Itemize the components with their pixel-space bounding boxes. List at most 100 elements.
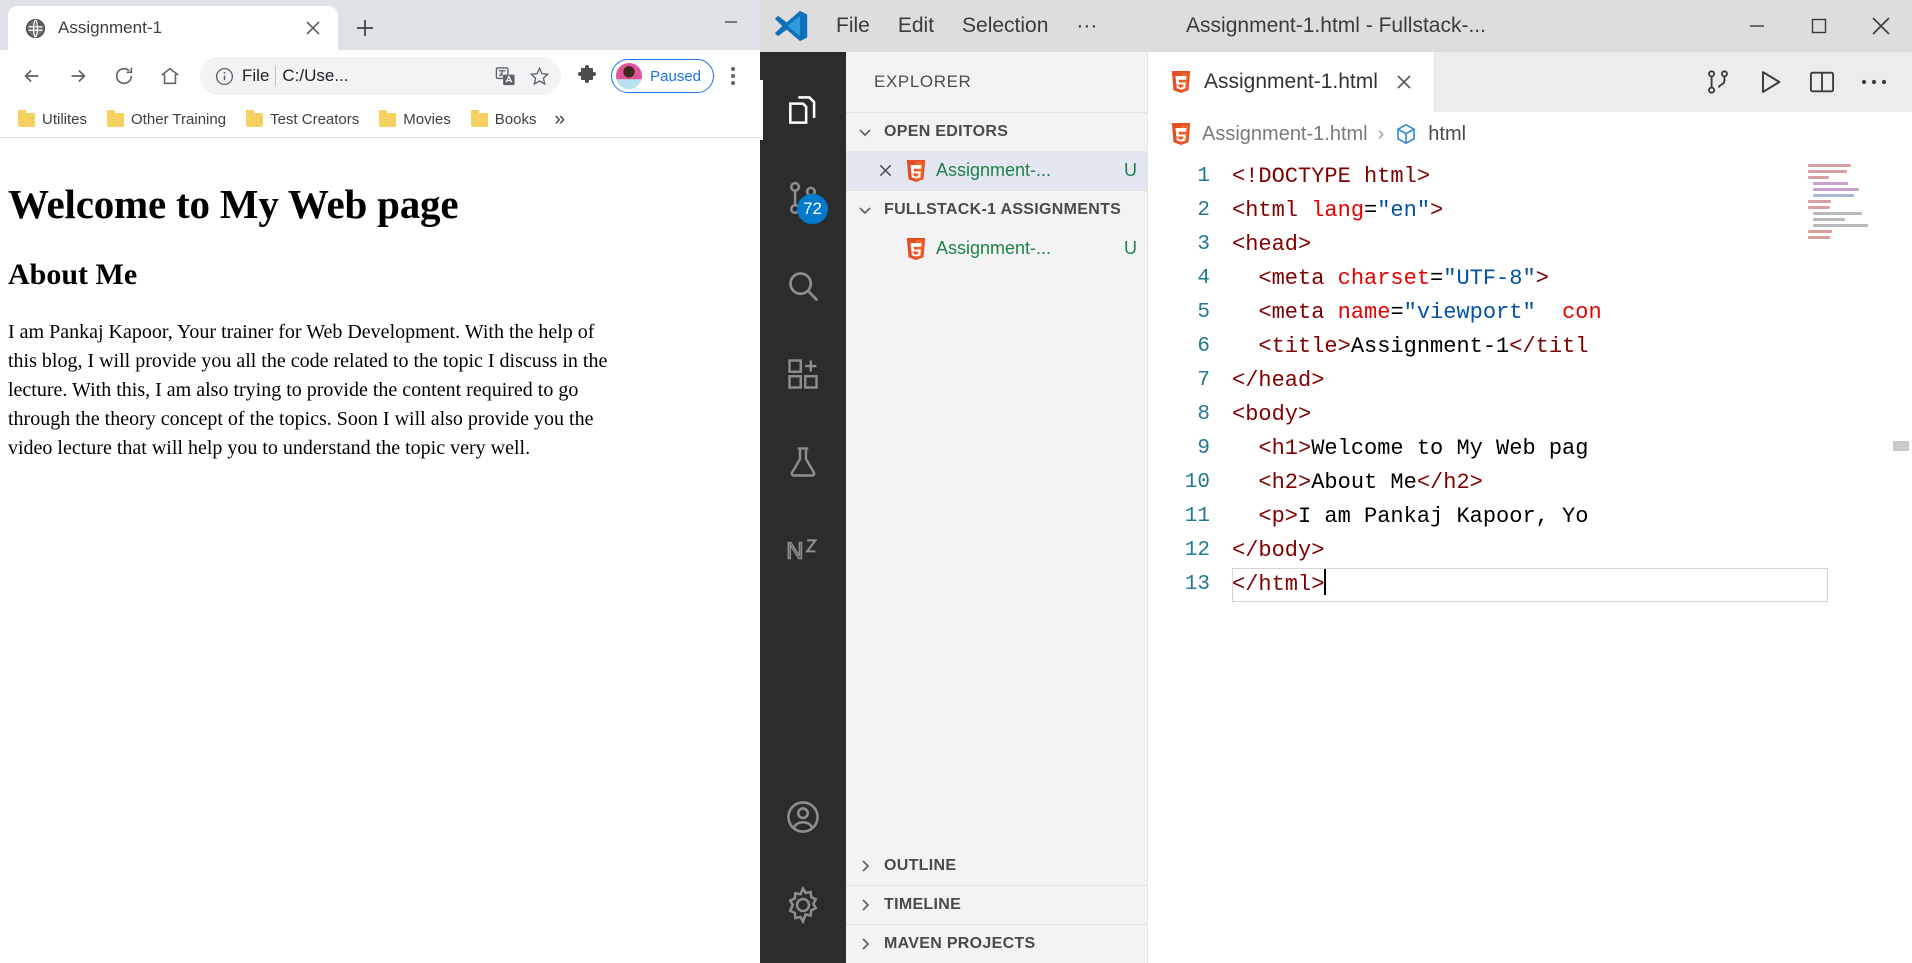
browser-tab[interactable]: Assignment-1: [8, 6, 338, 50]
menu-selection[interactable]: Selection: [948, 10, 1062, 42]
file-status-badge: U: [1124, 160, 1137, 180]
editor-group: Assignment-1.html Assignment-1.html › ht…: [1148, 52, 1912, 963]
menu-file[interactable]: File: [822, 10, 884, 42]
symbol-cube-icon: [1394, 122, 1418, 146]
line-number: 12: [1184, 539, 1210, 562]
activity-explorer[interactable]: [760, 66, 846, 154]
activity-accounts[interactable]: [760, 773, 846, 861]
code-line: 4 <meta charset="UTF-8">: [1148, 262, 1912, 296]
split-editor-icon[interactable]: [1798, 58, 1846, 106]
line-number: 4: [1197, 267, 1210, 290]
svg-text:N: N: [786, 537, 803, 563]
breadcrumb-file[interactable]: Assignment-1.html: [1202, 123, 1368, 146]
editor-scrollbar[interactable]: [1884, 156, 1912, 963]
code-line-text: <meta charset="UTF-8">: [1258, 266, 1549, 291]
new-tab-button[interactable]: [344, 7, 386, 49]
code-line-text: <meta name="viewport" con: [1258, 300, 1602, 325]
folder-icon: [246, 109, 264, 127]
html5-icon: [1170, 70, 1192, 94]
file-tree-item[interactable]: Assignment-... U: [846, 229, 1147, 268]
menu-edit[interactable]: Edit: [884, 10, 948, 42]
code-line: 13 </html>: [1148, 568, 1912, 602]
code-line: 1 <!DOCTYPE html>: [1148, 160, 1912, 194]
profile-status-label: Paused: [650, 67, 701, 85]
breadcrumb-symbol[interactable]: html: [1428, 123, 1466, 146]
chevron-down-icon: [854, 199, 876, 221]
puzzle-icon[interactable]: [569, 58, 605, 94]
pane-timeline[interactable]: TIMELINE: [846, 885, 1147, 924]
pane-open-editors[interactable]: OPEN EDITORS: [846, 112, 1147, 151]
back-button[interactable]: [10, 54, 54, 98]
menu-more-icon[interactable]: ···: [1062, 10, 1111, 42]
avatar: [615, 62, 644, 90]
minimap-content: [1802, 156, 1884, 239]
code-line: 8 <body>: [1148, 398, 1912, 432]
url-divider: [275, 66, 277, 86]
vscode-minimize-button[interactable]: [1726, 0, 1788, 52]
compare-icon[interactable]: [1694, 58, 1742, 106]
screen: Assignment-1 File C:/Use... Paused Utili…: [0, 0, 1912, 963]
code-editor[interactable]: 1 <!DOCTYPE html> 2 <html lang="en"> 3 <head>…: [1148, 156, 1912, 963]
code-line: 2 <html lang="en">: [1148, 194, 1912, 228]
close-icon[interactable]: [1390, 68, 1418, 96]
bookmark-item[interactable]: Books: [463, 107, 545, 132]
code-line: 11 <p>I am Pankaj Kapoor, Yo: [1148, 500, 1912, 534]
close-icon[interactable]: [300, 15, 326, 41]
activity-extensions[interactable]: [760, 330, 846, 418]
activity-source-control[interactable]: 72: [760, 154, 846, 242]
bookmark-item[interactable]: Utilites: [10, 107, 95, 132]
code-line-text: <html lang="en">: [1232, 198, 1444, 223]
vscode-close-button[interactable]: [1850, 0, 1912, 52]
info-circle-icon[interactable]: [212, 64, 236, 88]
editor-tab[interactable]: Assignment-1.html: [1148, 52, 1435, 112]
bookmarks-overflow-button[interactable]: »: [548, 109, 571, 131]
code-line-text: <p>I am Pankaj Kapoor, Yo: [1258, 504, 1589, 529]
activity-bar: 72 N: [760, 52, 846, 963]
forward-button[interactable]: [56, 54, 100, 98]
play-icon[interactable]: [1746, 58, 1794, 106]
vscode-window-controls: [1726, 0, 1912, 52]
pane-maven-projects[interactable]: MAVEN PROJECTS: [846, 924, 1147, 963]
url-scheme-label: File: [242, 66, 270, 85]
activity-settings[interactable]: [760, 861, 846, 949]
bookmarks-bar: Utilites Other Training Test Creators Mo…: [0, 102, 760, 138]
bookmark-item[interactable]: Other Training: [99, 107, 234, 132]
pane-workspace-folder[interactable]: FULLSTACK-1 ASSIGNMENTS: [846, 190, 1147, 229]
line-number: 1: [1197, 165, 1210, 188]
star-icon[interactable]: [525, 62, 553, 90]
kebab-icon[interactable]: [716, 57, 750, 95]
ellipsis-icon[interactable]: [1850, 58, 1898, 106]
editor-actions: [1694, 52, 1912, 112]
page-paragraph: I am Pankaj Kapoor, Your trainer for Web…: [8, 321, 608, 459]
home-button[interactable]: [148, 54, 192, 98]
code-line: 9 <h1>Welcome to My Web pag: [1148, 432, 1912, 466]
chevron-right-icon: [854, 933, 876, 955]
activity-testing[interactable]: [760, 418, 846, 506]
activity-notebook[interactable]: N: [760, 506, 846, 594]
bookmark-item[interactable]: Movies: [371, 107, 459, 132]
code-line-text: <body>: [1232, 402, 1312, 427]
minimap[interactable]: [1802, 156, 1884, 963]
code-line: 12 </body>: [1148, 534, 1912, 568]
editor-tabs: Assignment-1.html: [1148, 52, 1912, 112]
close-icon[interactable]: [874, 163, 896, 178]
reload-button[interactable]: [102, 54, 146, 98]
address-bar[interactable]: File C:/Use...: [200, 57, 562, 95]
code-line-text: <!DOCTYPE html>: [1232, 164, 1431, 189]
open-editor-item[interactable]: Assignment-... U: [846, 151, 1147, 190]
breadcrumb: Assignment-1.html › html: [1148, 112, 1912, 156]
pane-label: MAVEN PROJECTS: [884, 935, 1036, 952]
source-control-badge: 72: [797, 194, 828, 224]
chevron-right-icon: [854, 894, 876, 916]
line-number: 5: [1197, 301, 1210, 324]
activity-search[interactable]: [760, 242, 846, 330]
line-number: 10: [1184, 471, 1210, 494]
translate-icon[interactable]: [491, 62, 519, 90]
vscode-titlebar: File Edit Selection ··· Assignment-1.htm…: [760, 0, 1912, 52]
scrollbar-thumb[interactable]: [1893, 441, 1909, 451]
vscode-maximize-button[interactable]: [1788, 0, 1850, 52]
browser-minimize-button[interactable]: [702, 0, 760, 44]
pane-outline[interactable]: OUTLINE: [846, 846, 1147, 885]
bookmark-item[interactable]: Test Creators: [238, 107, 367, 132]
profile-chip[interactable]: Paused: [611, 59, 714, 93]
